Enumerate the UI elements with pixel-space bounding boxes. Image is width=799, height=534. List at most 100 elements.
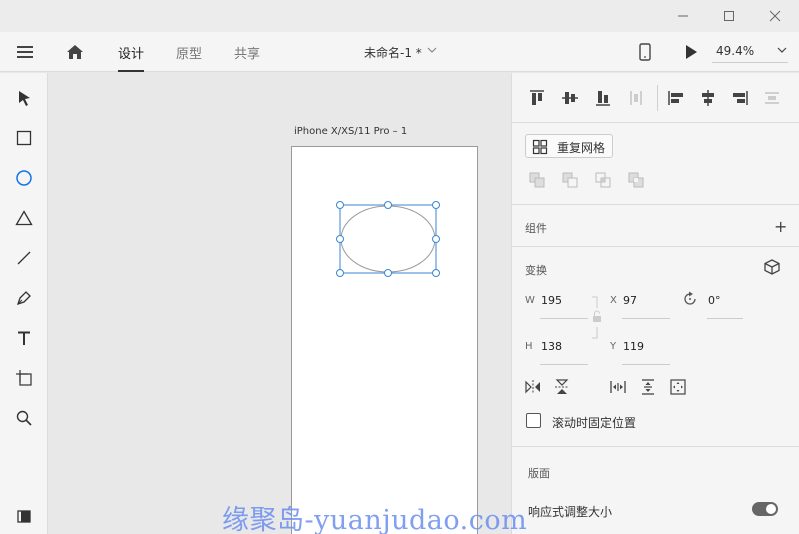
- maximize-button[interactable]: [706, 0, 752, 32]
- flip-horizontal-icon[interactable]: [524, 378, 542, 396]
- fixed-scroll-checkbox[interactable]: [526, 413, 541, 428]
- resize-handle[interactable]: [384, 201, 392, 209]
- responsive-resize-label: 响应式调整大小: [528, 505, 613, 519]
- width-input[interactable]: 195: [541, 294, 562, 307]
- close-button[interactable]: [752, 0, 798, 32]
- minimize-icon: [678, 15, 688, 17]
- artboard-name[interactable]: iPhone X/XS/11 Pro – 1: [294, 126, 407, 137]
- repeat-grid-icon: [532, 139, 548, 155]
- minimize-button[interactable]: [660, 0, 706, 32]
- play-icon[interactable]: [684, 44, 698, 60]
- resize-handle[interactable]: [432, 235, 440, 243]
- tool-bar: [0, 73, 48, 534]
- polygon-tool[interactable]: [13, 207, 35, 229]
- rectangle-icon: [16, 130, 32, 146]
- ellipse-icon: [16, 170, 32, 186]
- hamburger-icon: [17, 46, 33, 58]
- boolean-add-icon[interactable]: [528, 171, 546, 189]
- height-label: H: [525, 341, 533, 352]
- zoom-tool[interactable]: [13, 407, 35, 429]
- fit-height-icon[interactable]: [639, 378, 657, 396]
- tab-design[interactable]: 设计: [118, 43, 145, 72]
- pen-tool[interactable]: [13, 287, 35, 309]
- ellipse-tool[interactable]: [13, 167, 35, 189]
- rotation-input[interactable]: 0°: [708, 294, 721, 307]
- x-underline: [622, 318, 670, 319]
- distribute-vertical-icon[interactable]: [763, 89, 781, 107]
- lock-aspect-icon[interactable]: [590, 294, 604, 342]
- chevron-down-icon[interactable]: [427, 45, 437, 55]
- width-underline: [540, 318, 588, 319]
- hamburger-menu-button[interactable]: [14, 42, 36, 62]
- boolean-subtract-icon[interactable]: [561, 171, 579, 189]
- line-icon: [17, 251, 31, 265]
- select-icon: [19, 91, 30, 106]
- resize-handle[interactable]: [432, 269, 440, 277]
- fit-content-icon[interactable]: [669, 378, 687, 396]
- rotation-underline: [707, 318, 743, 319]
- flip-vertical-icon[interactable]: [553, 378, 571, 396]
- home-button[interactable]: [64, 41, 86, 63]
- x-input[interactable]: 97: [623, 294, 637, 307]
- property-inspector: 重复网格 组件 + 变换 W 195 X 97 0° H 138 Y 119 滚…: [511, 73, 799, 534]
- plugins-icon: [17, 510, 31, 523]
- selected-ellipse[interactable]: [333, 201, 443, 281]
- 3d-transform-icon[interactable]: [763, 258, 781, 276]
- height-input[interactable]: 138: [541, 340, 562, 353]
- text-tool[interactable]: [13, 327, 35, 349]
- zoom-level[interactable]: 49.4%: [716, 44, 754, 58]
- transform-title: 变换: [525, 264, 547, 277]
- repeat-grid-label: 重复网格: [557, 141, 606, 155]
- resize-handle[interactable]: [384, 269, 392, 277]
- align-left-icon[interactable]: [667, 89, 685, 107]
- y-input[interactable]: 119: [623, 340, 644, 353]
- line-tool[interactable]: [13, 247, 35, 269]
- resize-handle[interactable]: [336, 269, 344, 277]
- title-bar: [0, 0, 799, 32]
- repeat-grid-button[interactable]: 重复网格: [525, 134, 613, 158]
- zoom-icon: [16, 410, 32, 426]
- device-preview-icon[interactable]: [638, 43, 652, 61]
- rectangle-tool[interactable]: [13, 127, 35, 149]
- resize-handle[interactable]: [336, 201, 344, 209]
- pen-icon: [16, 291, 31, 306]
- resize-handle[interactable]: [432, 201, 440, 209]
- zoom-underline: [712, 62, 788, 63]
- tab-prototype[interactable]: 原型: [176, 43, 202, 72]
- align-bottom-icon[interactable]: [594, 89, 612, 107]
- rotate-icon: [684, 291, 696, 305]
- chevron-down-icon[interactable]: [777, 45, 787, 55]
- plugins-button[interactable]: [13, 505, 35, 527]
- distribute-horizontal-icon[interactable]: [627, 89, 645, 107]
- maximize-icon: [724, 11, 734, 21]
- home-icon: [67, 45, 83, 59]
- document-name[interactable]: 未命名-1 *: [364, 44, 422, 61]
- boolean-intersect-icon[interactable]: [594, 171, 612, 189]
- triangle-icon: [15, 210, 33, 226]
- separator: [657, 85, 658, 111]
- tab-share[interactable]: 共享: [234, 43, 260, 72]
- fixed-scroll-label: 滚动时固定位置: [552, 416, 637, 430]
- align-top-icon[interactable]: [528, 89, 546, 107]
- align-middle-icon[interactable]: [561, 89, 579, 107]
- align-center-icon[interactable]: [699, 89, 717, 107]
- canvas[interactable]: iPhone X/XS/11 Pro – 1: [49, 73, 510, 534]
- toggle-knob: [766, 504, 776, 514]
- resize-handle[interactable]: [336, 235, 344, 243]
- x-label: X: [610, 295, 617, 306]
- height-underline: [540, 364, 588, 365]
- close-icon: [769, 10, 781, 22]
- responsive-resize-toggle[interactable]: [752, 502, 778, 516]
- text-icon: [18, 331, 30, 345]
- layout-title: 版面: [528, 467, 550, 480]
- menu-bar: 设计 原型 共享 未命名-1 * 49.4%: [0, 32, 799, 72]
- select-tool[interactable]: [13, 87, 35, 109]
- add-component-button[interactable]: +: [774, 217, 787, 236]
- artboard-tool[interactable]: [13, 367, 35, 389]
- align-right-icon[interactable]: [731, 89, 749, 107]
- fit-width-icon[interactable]: [609, 378, 627, 396]
- watermark-text: 缘聚岛-yuanjudao.com: [222, 505, 528, 534]
- y-label: Y: [610, 341, 617, 352]
- section-divider: [512, 204, 799, 205]
- boolean-exclude-icon[interactable]: [627, 171, 645, 189]
